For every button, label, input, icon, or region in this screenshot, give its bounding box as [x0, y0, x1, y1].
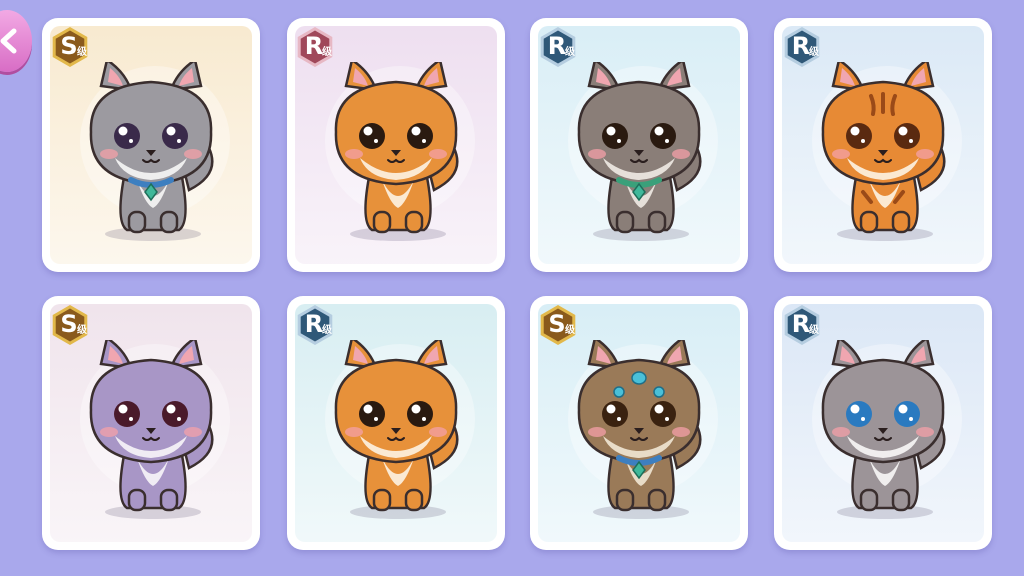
rank-badge: R 级 [295, 26, 339, 70]
rank-suffix: 级 [322, 47, 332, 58]
rank-badge: R 级 [782, 26, 826, 70]
pet-portrait [813, 57, 953, 246]
pet-portrait [569, 57, 709, 246]
back-button[interactable] [0, 10, 32, 72]
pet-card[interactable]: R 级 [774, 18, 992, 272]
rank-suffix: 级 [77, 47, 87, 58]
pet-portrait [326, 57, 466, 246]
rank-badge: S 级 [538, 304, 582, 348]
pet-portrait [569, 335, 709, 524]
rank-badge: R 级 [295, 304, 339, 348]
rank-suffix: 级 [322, 325, 332, 336]
pet-card[interactable]: R 级 [774, 296, 992, 550]
pet-card[interactable]: S 级 [42, 296, 260, 550]
rank-badge: S 级 [50, 304, 94, 348]
rank-badge: R 级 [782, 304, 826, 348]
pet-card[interactable]: S 级 [42, 18, 260, 272]
pet-card[interactable]: S 级 [530, 296, 748, 550]
rank-suffix: 级 [809, 325, 819, 336]
chevron-left-icon [0, 28, 17, 54]
pet-portrait [326, 335, 466, 524]
pet-portrait [81, 335, 221, 524]
pet-card[interactable]: R 级 [530, 18, 748, 272]
rank-badge: R 级 [538, 26, 582, 70]
rank-suffix: 级 [565, 47, 575, 58]
rank-badge: S 级 [50, 26, 94, 70]
rank-suffix: 级 [809, 47, 819, 58]
rank-suffix: 级 [565, 325, 575, 336]
pet-portrait [813, 335, 953, 524]
rank-suffix: 级 [77, 325, 87, 336]
pet-card[interactable]: R 级 [287, 18, 505, 272]
pet-card[interactable]: R 级 [287, 296, 505, 550]
pet-portrait [81, 57, 221, 246]
